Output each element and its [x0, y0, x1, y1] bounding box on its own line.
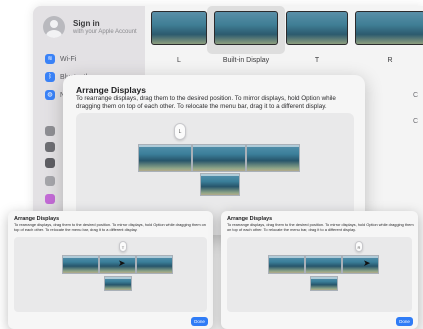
- dialog-description: To rearrange displays, drag them to the …: [227, 222, 414, 232]
- sidebar-item-hidden-4[interactable]: [45, 176, 60, 186]
- appearance-icon: [45, 142, 55, 152]
- display-label-t: T: [314, 57, 320, 64]
- avatar: [43, 16, 65, 38]
- display-l[interactable]: [62, 255, 99, 274]
- arrangement-area[interactable]: R ➤: [227, 237, 412, 312]
- control-center-icon: [45, 176, 55, 186]
- sidebar-item-hidden-2[interactable]: [45, 142, 60, 152]
- row-letter: C: [413, 92, 419, 99]
- sidebar-item-hidden-5[interactable]: [45, 194, 60, 204]
- dialog-title: Arrange Displays: [76, 85, 146, 95]
- dialog-description: To rearrange displays, drag them to the …: [14, 222, 206, 232]
- arrangement-area[interactable]: T ➤: [14, 237, 207, 312]
- display-thumb-r[interactable]: [355, 11, 423, 45]
- display-thumb-t[interactable]: [286, 11, 348, 45]
- display-r[interactable]: [246, 144, 300, 172]
- signin-title: Sign in: [73, 19, 100, 28]
- done-button[interactable]: Done: [396, 317, 413, 326]
- general-icon: [45, 126, 55, 136]
- display-built-in[interactable]: [200, 173, 240, 196]
- bluetooth-icon: ᛒ: [45, 72, 55, 82]
- accessibility-icon: [45, 158, 55, 168]
- pointer-cursor-icon: ➤: [118, 258, 126, 268]
- display-t[interactable]: [192, 144, 246, 172]
- sidebar-item-wifi[interactable]: ≋ Wi-Fi: [45, 54, 76, 64]
- display-thumb-l[interactable]: [151, 11, 207, 45]
- display-label-r: R: [387, 57, 393, 64]
- network-icon: ◍: [45, 90, 55, 100]
- wifi-icon: ≋: [45, 54, 55, 64]
- sidebar-item-label: Wi-Fi: [60, 55, 77, 63]
- display-built-in[interactable]: [104, 276, 132, 291]
- display-l[interactable]: [138, 144, 192, 172]
- siri-icon: [45, 194, 55, 204]
- arrange-displays-dialog-mini-right: Arrange Displays To rearrange displays, …: [221, 211, 418, 329]
- dialog-description: To rearrange displays, drag them to the …: [76, 95, 336, 110]
- mouse-indicator: T: [119, 241, 127, 252]
- display-r[interactable]: [342, 255, 379, 274]
- row-letter: C: [413, 118, 419, 125]
- display-thumb-built-in[interactable]: [214, 11, 278, 45]
- mouse-indicator: R: [355, 241, 363, 252]
- done-button[interactable]: Done: [191, 317, 208, 326]
- sidebar-item-hidden-1[interactable]: [45, 126, 60, 136]
- display-l[interactable]: [268, 255, 305, 274]
- arrange-displays-dialog-mini-left: Arrange Displays To rearrange displays, …: [8, 211, 213, 329]
- display-t[interactable]: [305, 255, 342, 274]
- display-built-in[interactable]: [310, 276, 338, 291]
- sidebar-item-hidden-3[interactable]: [45, 158, 60, 168]
- display-label-l: L: [177, 57, 181, 64]
- signin-subtitle: with your Apple Account: [73, 29, 137, 35]
- apple-account-signin[interactable]: Sign in with your Apple Account: [43, 16, 137, 38]
- display-r[interactable]: [136, 255, 173, 274]
- mouse-indicator: L: [174, 123, 186, 140]
- pointer-cursor-icon: ➤: [363, 258, 371, 268]
- display-label-built-in: Built-in Display: [222, 57, 270, 64]
